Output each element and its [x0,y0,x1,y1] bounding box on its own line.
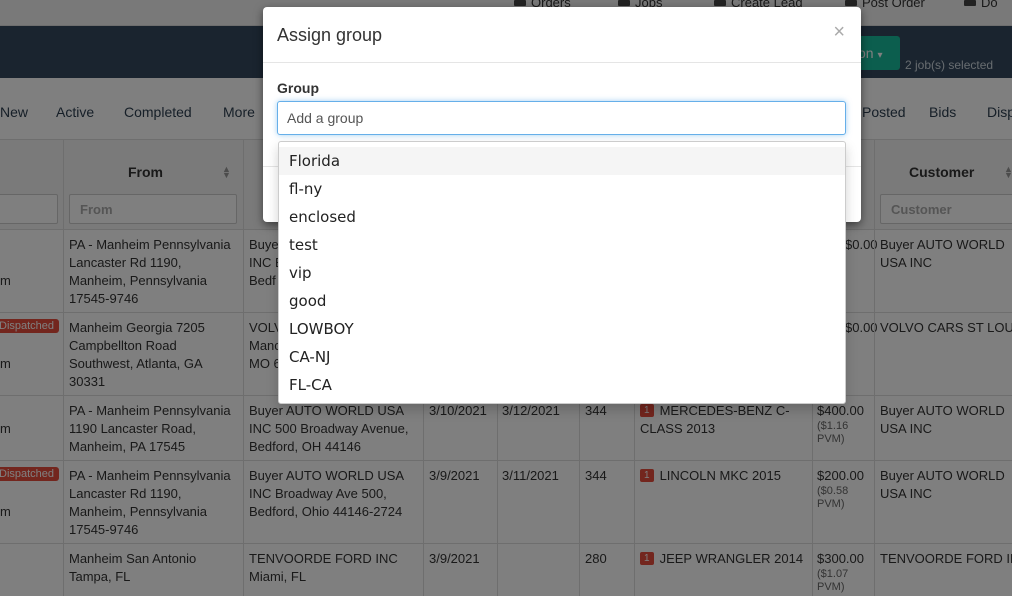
group-input[interactable] [277,101,846,135]
group-option[interactable]: LOWBOY [279,315,845,343]
modal-title: Assign group [277,25,383,45]
group-option[interactable]: enclosed [279,203,845,231]
group-option[interactable]: FL-CA [279,371,845,399]
group-option[interactable]: CA-NJ [279,343,845,371]
group-option[interactable]: vip [279,259,845,287]
group-option[interactable]: test [279,231,845,259]
group-option[interactable]: fl-ny [279,175,845,203]
group-option[interactable]: good [279,287,845,315]
modal-header: Assign group × [263,7,861,63]
group-suggestions-dropdown: Florida fl-ny enclosed test vip good LOW… [278,141,846,404]
close-icon[interactable]: × [833,21,845,44]
group-label: Group [277,80,319,96]
group-option[interactable]: Florida [279,147,845,175]
